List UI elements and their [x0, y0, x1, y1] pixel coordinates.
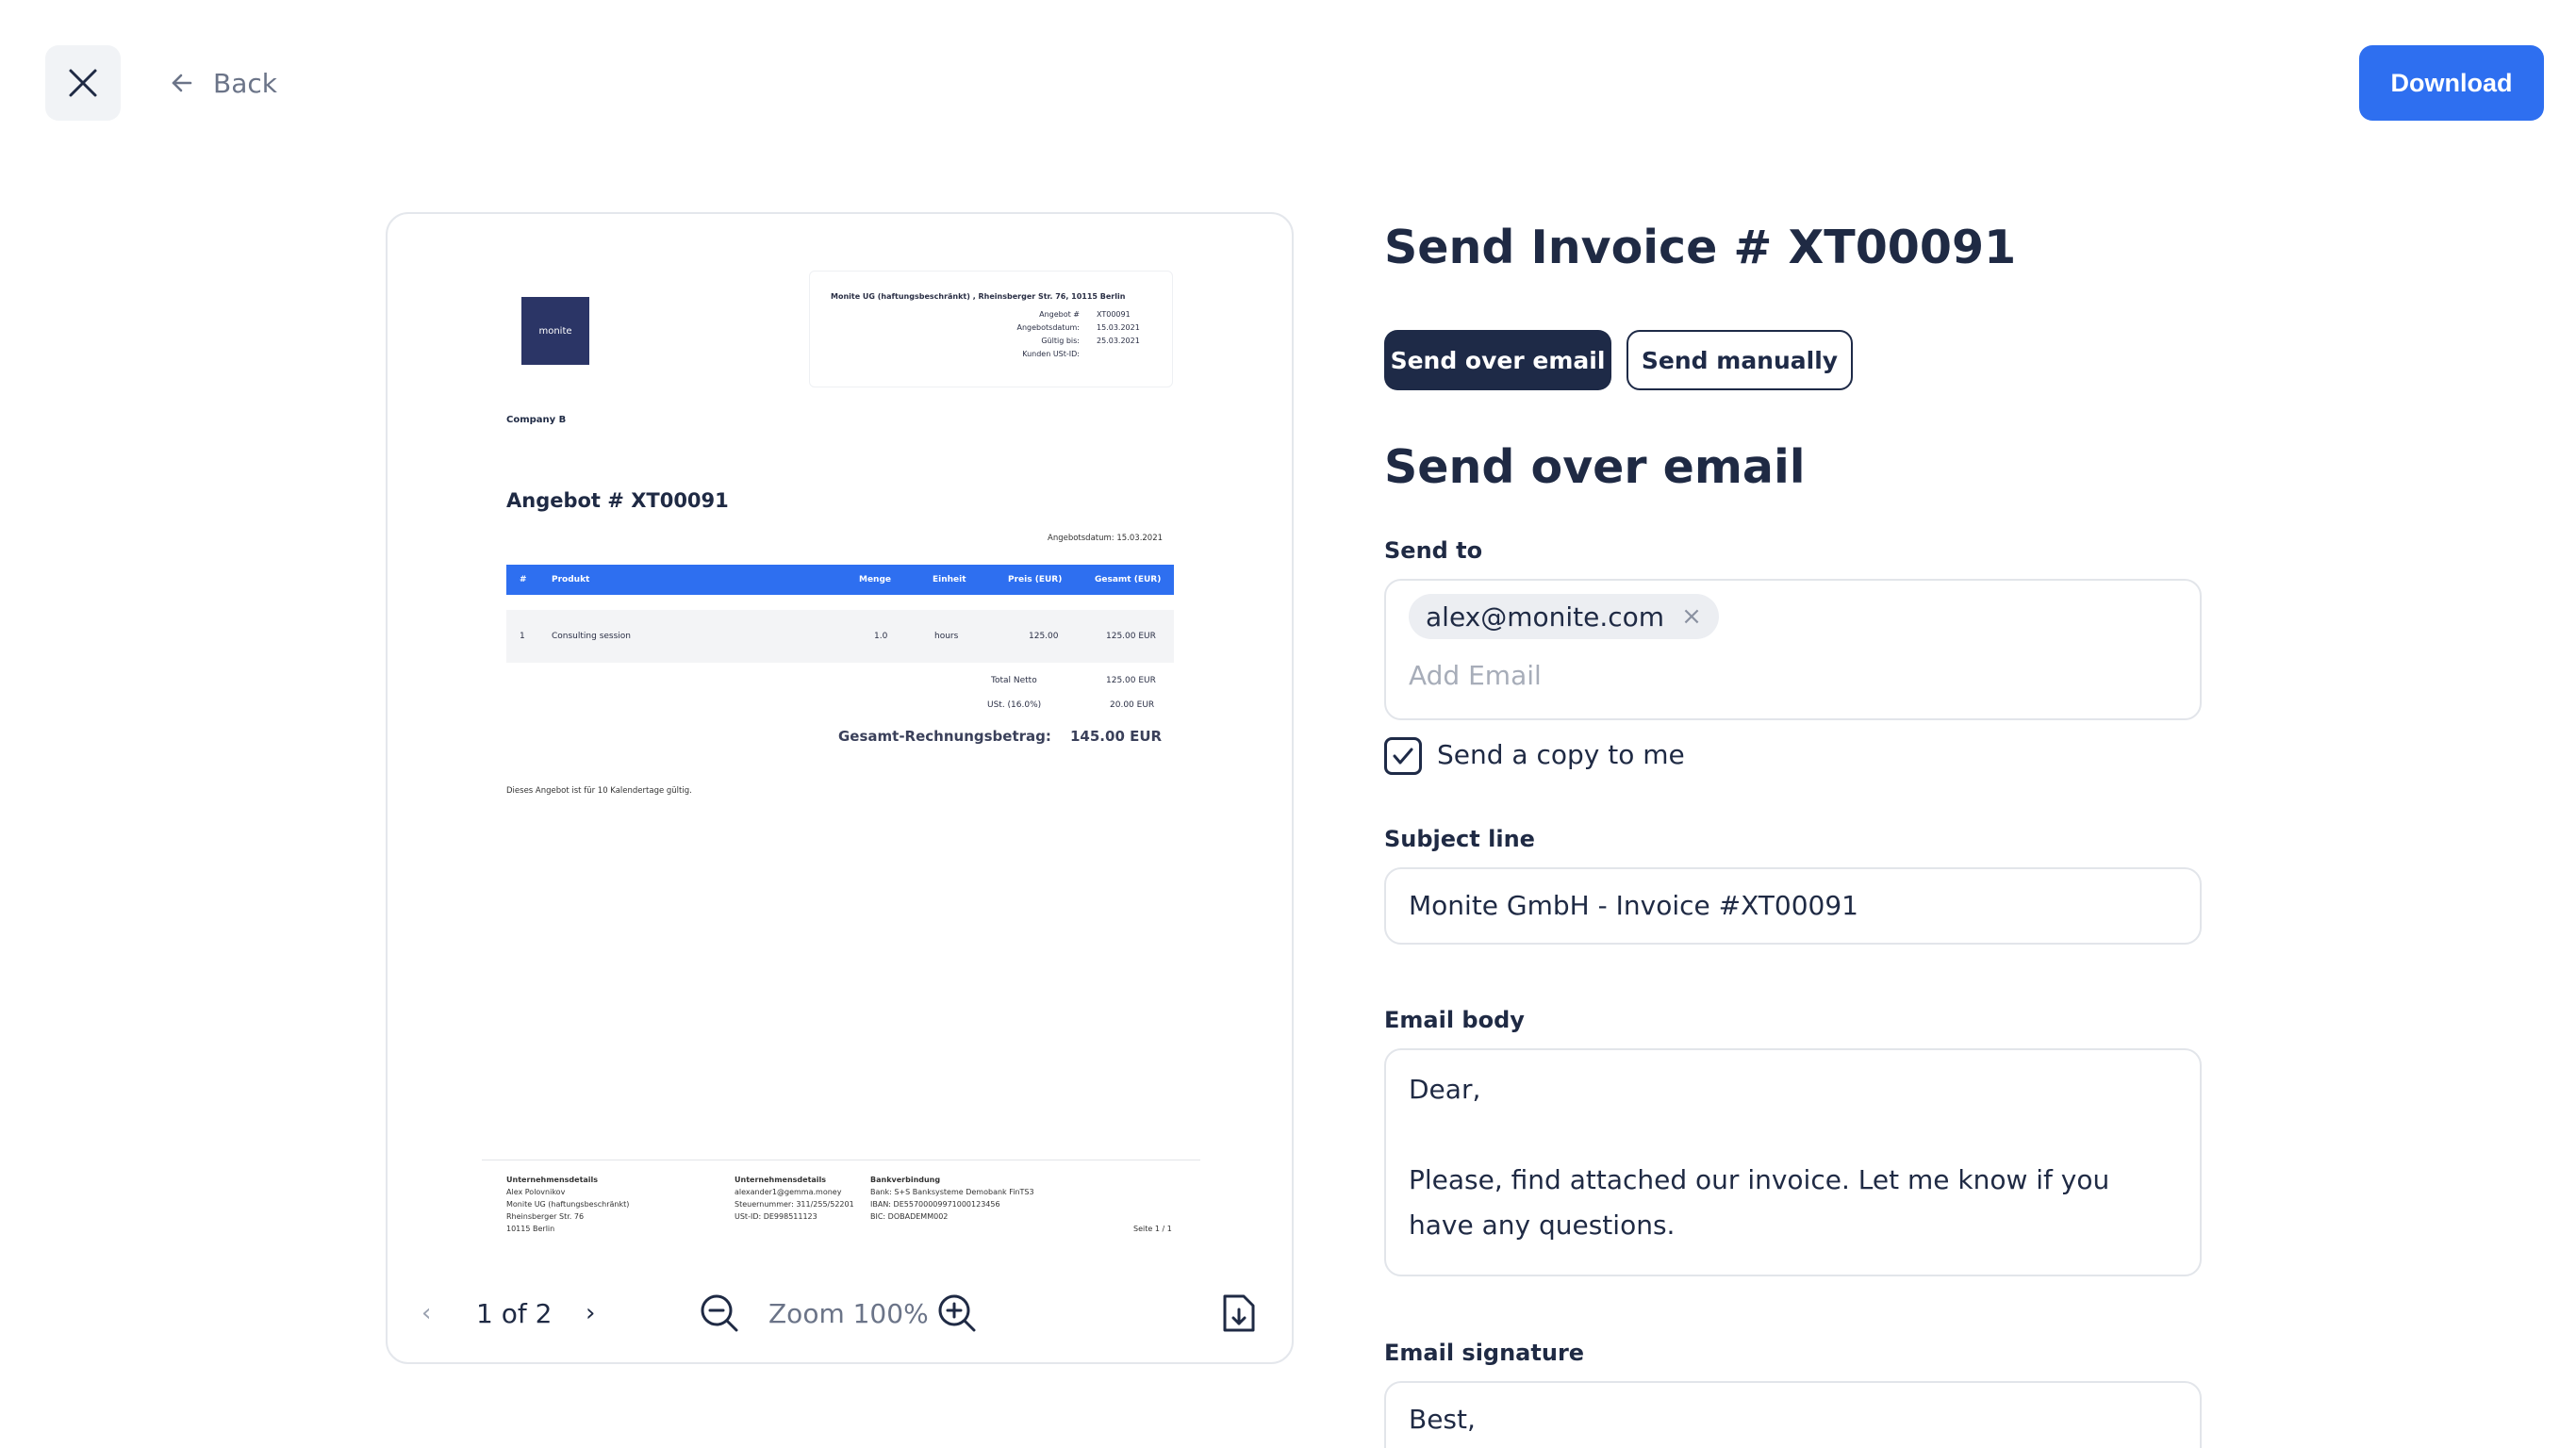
tab-send-over-email[interactable]: Send over email [1384, 330, 1611, 390]
header-unit: Einheit [933, 575, 966, 584]
document-date: Angebotsdatum: 15.03.2021 [1048, 534, 1164, 543]
invoice-preview: monite Monite UG (haftungsbeschränkt) , … [386, 212, 1294, 1364]
header-num: # [520, 575, 527, 584]
zoom-in-button[interactable] [936, 1285, 978, 1341]
download-button[interactable]: Download [2359, 45, 2544, 121]
header-price: Preis (EUR) [1008, 575, 1063, 584]
items-table-header: # Produkt Menge Einheit Preis (EUR) Gesa… [506, 565, 1174, 595]
total-net-value: 125.00 EUR [1106, 676, 1156, 685]
zoom-out-button[interactable] [699, 1285, 740, 1341]
recipient-company: Company B [506, 415, 567, 425]
total-net-label: Total Netto [991, 676, 1037, 685]
footer-bank-details: Bankverbindung Bank: S+S Banksysteme Dem… [870, 1176, 1034, 1221]
back-link[interactable]: Back [170, 60, 277, 106]
send-copy-checkbox[interactable] [1384, 737, 1422, 775]
subject-label: Subject line [1384, 826, 1535, 852]
subject-field[interactable]: Monite GmbH - Invoice #XT00091 [1384, 867, 2202, 945]
subject-value: Monite GmbH - Invoice #XT00091 [1409, 890, 1858, 921]
section-title: Send over email [1384, 440, 1806, 494]
zoom-out-icon [701, 1294, 738, 1332]
zoom-level: Zoom 100% [768, 1297, 929, 1329]
header-qty: Menge [859, 575, 892, 584]
tab-send-manually[interactable]: Send manually [1627, 330, 1853, 390]
email-body-field[interactable]: Dear, Please, find attached our invoice.… [1384, 1048, 2202, 1276]
company-logo: monite [521, 297, 589, 365]
arrow-left-icon [172, 74, 192, 92]
vat-label: USt. (16.0%) [987, 700, 1042, 710]
zoom-in-icon [938, 1294, 976, 1332]
send-copy-label: Send a copy to me [1437, 739, 1685, 770]
file-download-icon [1223, 1294, 1255, 1332]
document-title: Angebot # XT00091 [506, 489, 729, 512]
grand-total-label: Gesamt-Rechnungsbetrag: [838, 728, 1051, 745]
sender-address: Monite UG (haftungsbeschränkt) , Rheinsb… [831, 292, 1126, 301]
send-invoice-screen: Back Download monite Monite UG (haftungs… [0, 0, 2576, 1448]
chevron-right-icon: › [586, 1299, 596, 1327]
close-icon [69, 69, 97, 97]
page-title: Send Invoice # XT00091 [1384, 221, 2017, 274]
send-to-label: Send to [1384, 537, 1483, 564]
check-icon [1393, 748, 1413, 765]
email-signature-label: Email signature [1384, 1340, 1585, 1366]
add-email-input[interactable] [1409, 660, 1974, 691]
invoice-document: monite Monite UG (haftungsbeschränkt) , … [388, 214, 1296, 1251]
header-product: Produkt [552, 575, 590, 584]
sender-info-box: Monite UG (haftungsbeschränkt) , Rheinsb… [809, 271, 1173, 387]
meta-row: Gültig bis: 25.03.2021 [1041, 337, 1140, 345]
email-body-label: Email body [1384, 1007, 1525, 1033]
vat-value: 20.00 EUR [1110, 700, 1155, 710]
recipient-chip: alex@monite.com × [1409, 594, 1719, 639]
footer-contact-details: Unternehmensdetails alexander1@gemma.mon… [735, 1176, 854, 1221]
back-label: Back [213, 67, 277, 99]
meta-row: Angebot # XT00091 [1039, 310, 1131, 319]
recipient-email: alex@monite.com [1426, 601, 1665, 633]
meta-row: Angebotsdatum: 15.03.2021 [1016, 323, 1140, 332]
email-signature-field[interactable]: Best, [1384, 1381, 2202, 1448]
send-to-field[interactable]: alex@monite.com × [1384, 579, 2202, 720]
page-indicator: 1 of 2 [476, 1297, 553, 1329]
table-row: 1 Consulting session 1.0 hours 125.00 12… [506, 610, 1174, 663]
close-button[interactable] [45, 45, 121, 121]
download-file-button[interactable] [1221, 1285, 1257, 1341]
footer-company-details: Unternehmensdetails Alex Polovnikov Moni… [506, 1176, 630, 1233]
validity-note: Dieses Angebot ist für 10 Kalendertage g… [506, 786, 692, 796]
page-indicator-wrap: 1 of 2 [476, 1285, 552, 1341]
meta-row: Kunden USt-ID: [1022, 350, 1080, 358]
zoom-level-wrap: Zoom 100% [768, 1285, 929, 1341]
grand-total-value: 145.00 EUR [1070, 728, 1163, 745]
header-total: Gesamt (EUR) [1095, 575, 1162, 584]
prev-page-button[interactable]: ‹ [421, 1285, 431, 1341]
signature-value: Best, [1409, 1404, 1476, 1435]
document-page-number: Seite 1 / 1 [1133, 1225, 1172, 1233]
next-page-button[interactable]: › [586, 1285, 595, 1341]
email-body-text: Dear, Please, find attached our invoice.… [1409, 1074, 2110, 1241]
remove-recipient-icon[interactable]: × [1681, 602, 1702, 631]
chevron-left-icon: ‹ [421, 1299, 432, 1327]
